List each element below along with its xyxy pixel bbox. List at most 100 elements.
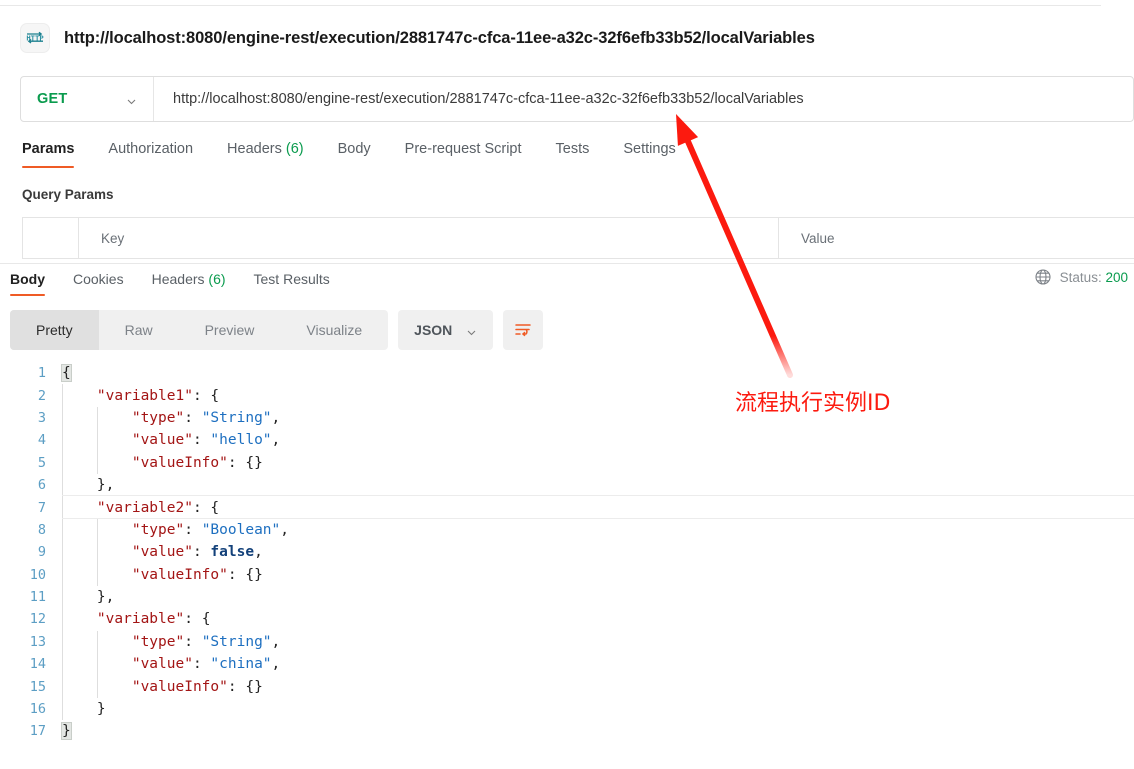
tab-body[interactable]: Body	[338, 136, 371, 157]
tab-params[interactable]: Params	[22, 136, 75, 168]
chevron-down-icon	[126, 94, 137, 105]
tab-count: (6)	[281, 141, 304, 157]
tab-tests[interactable]: Tests	[556, 136, 590, 157]
format-label: JSON	[414, 322, 453, 338]
response-tab-test-results[interactable]: Test Results	[254, 268, 330, 287]
code-text: "type": "String",	[62, 634, 280, 650]
url-input[interactable]: http://localhost:8080/engine-rest/execut…	[154, 91, 1133, 107]
indent-guide	[96, 518, 98, 586]
view-mode-pretty[interactable]: Pretty	[10, 310, 99, 350]
code-line: 7 "variable2": {	[0, 496, 1134, 518]
code-text: "variable": {	[62, 611, 211, 628]
postman-window: HTTP http://localhost:8080/engine-rest/e…	[0, 0, 1134, 769]
code-line: 5 "valueInfo": {}	[0, 452, 1134, 474]
code-text: "value": false,	[62, 544, 263, 560]
body-toolbar: Pretty Raw Preview Visualize JSON	[10, 310, 544, 350]
view-mode-visualize[interactable]: Visualize	[280, 310, 388, 350]
json-token-key: "type"	[131, 409, 185, 426]
json-token-bool: false	[210, 544, 255, 561]
json-token-punct: :	[184, 521, 202, 538]
bracket-match-rule	[62, 495, 1134, 497]
code-line: 1{	[0, 362, 1134, 384]
url-bar[interactable]: GET http://localhost:8080/engine-rest/ex…	[20, 76, 1134, 122]
tab-pre-request-script[interactable]: Pre-request Script	[405, 136, 522, 157]
page-title: http://localhost:8080/engine-rest/execut…	[64, 28, 815, 47]
line-number: 6	[37, 477, 46, 494]
annotation-label: 流程执行实例ID	[735, 391, 891, 416]
status-badge: Status: 200	[1060, 270, 1128, 285]
tab-label: Authorization	[108, 141, 194, 157]
json-token-key: "valueInfo"	[131, 678, 228, 695]
json-token-punct: : {	[192, 499, 220, 516]
chevron-down-icon	[466, 325, 477, 336]
response-tab-cookies[interactable]: Cookies	[73, 268, 124, 287]
key-column-label: Key	[101, 230, 125, 246]
bracket-match-rule	[62, 517, 1134, 519]
json-token-key: "value"	[131, 544, 193, 561]
line-number: 5	[37, 454, 46, 471]
tab-count: (6)	[204, 271, 226, 287]
value-column-header: Value	[779, 218, 1134, 258]
line-number: 10	[29, 566, 46, 583]
code-line: 6 },	[0, 474, 1134, 496]
tab-label: Pre-request Script	[404, 141, 522, 157]
code-line: 16 }	[0, 698, 1134, 720]
json-token-punct: },	[96, 477, 115, 494]
view-mode-preview[interactable]: Preview	[179, 310, 281, 350]
line-number: 7	[37, 499, 46, 516]
line-number: 15	[29, 678, 46, 695]
code-line: 14 "value": "china",	[0, 653, 1134, 675]
json-token-str: "Boolean"	[201, 521, 281, 538]
svg-text:HTTP: HTTP	[26, 33, 44, 42]
json-token-key: "type"	[131, 521, 185, 538]
line-number: 14	[29, 656, 46, 673]
response-body-code[interactable]: 1{2 "variable1": {3 "type": "String", 4 "…	[0, 362, 1134, 762]
globe-icon	[1034, 268, 1052, 286]
json-token-key: "value"	[131, 432, 193, 449]
wrap-lines-icon[interactable]	[503, 310, 544, 350]
indent-guide	[96, 406, 98, 474]
json-token-punct: ,	[271, 432, 281, 449]
tab-headers[interactable]: Headers (6)	[227, 136, 304, 157]
code-line: 11 },	[0, 586, 1134, 608]
code-text: },	[62, 477, 114, 493]
json-token-punct: : {}	[227, 566, 263, 583]
tab-label: Headers	[151, 271, 205, 287]
code-text: "valueInfo": {}	[62, 455, 263, 471]
response-tab-headers[interactable]: Headers (6)	[152, 268, 226, 287]
json-token-punct: },	[96, 589, 115, 606]
request-tabs: Params Authorization Headers (6) Body Pre-re…	[0, 136, 1134, 174]
indent-guide	[96, 630, 98, 698]
code-line: 17}	[0, 720, 1134, 742]
tab-label: Body	[337, 141, 371, 157]
tab-label: Headers	[227, 141, 282, 157]
code-line: 9 "value": false,	[0, 541, 1134, 563]
json-token-key: "type"	[131, 633, 185, 650]
tab-label: Settings	[623, 141, 676, 157]
code-text: "variable1": {	[62, 388, 219, 404]
code-text: }	[61, 722, 72, 741]
top-divider	[0, 5, 1101, 6]
json-token-punct: ,	[271, 633, 281, 650]
line-number: 1	[37, 365, 46, 382]
json-token-punct: ,	[254, 544, 263, 561]
json-token-punct: ,	[271, 656, 281, 673]
json-token-punct: : {	[192, 387, 220, 404]
checkbox-column	[23, 218, 79, 258]
json-token-punct: }	[96, 701, 106, 718]
code-line: 15 "valueInfo": {}	[0, 675, 1134, 697]
code-line: 12 "variable": {	[0, 608, 1134, 630]
json-token-punct: : {	[184, 611, 211, 628]
format-selector[interactable]: JSON	[398, 310, 494, 350]
json-token-key: "variable1"	[96, 387, 193, 404]
tab-settings[interactable]: Settings	[623, 136, 675, 157]
tab-label: Test Results	[253, 271, 330, 287]
tab-authorization[interactable]: Authorization	[108, 136, 193, 157]
view-mode-group: Pretty Raw Preview Visualize	[10, 310, 389, 350]
json-token-punct: : {}	[227, 678, 263, 695]
method-selector[interactable]: GET	[21, 77, 154, 121]
view-mode-raw[interactable]: Raw	[99, 310, 179, 350]
response-divider	[0, 263, 1134, 264]
json-token-punct: :	[192, 544, 211, 561]
response-tab-body[interactable]: Body	[10, 268, 45, 296]
